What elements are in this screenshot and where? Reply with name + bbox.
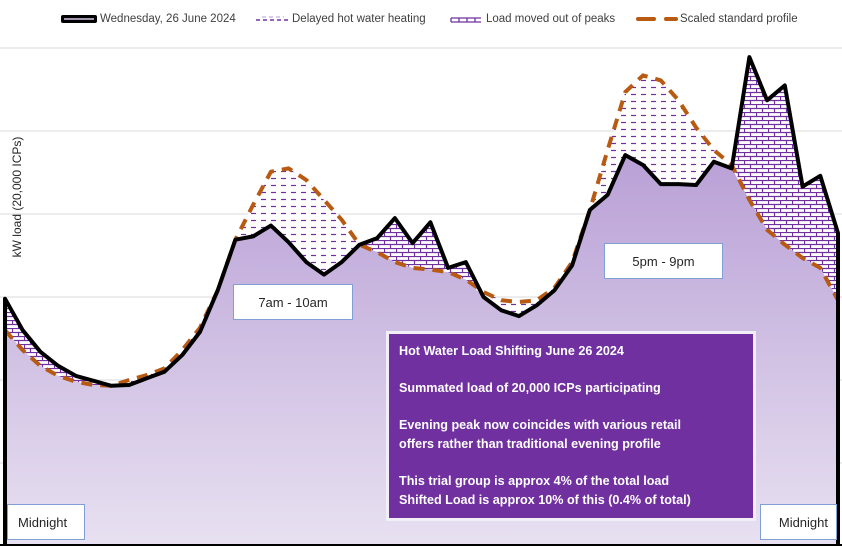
info-line-trial: This trial group is approx 4% of the tot…	[399, 474, 670, 488]
legend-item-profile[interactable]: Scaled standard profile	[634, 13, 798, 25]
legend-moved-swatch	[450, 17, 481, 23]
y-axis-label: kW load (20,000 ICPs)	[10, 136, 24, 258]
info-line-shifted: Shifted Load is approx 10% of this (0.4%…	[399, 493, 691, 507]
legend-profile-swatch	[636, 17, 678, 21]
legend: Wednesday, 26 June 2024 Delayed hot wate…	[0, 13, 842, 33]
midnight-start-label: Midnight	[7, 504, 85, 540]
legend-item-actual[interactable]: Wednesday, 26 June 2024	[60, 13, 236, 25]
info-line-icps: Summated load of 20,000 ICPs participati…	[399, 381, 661, 395]
legend-moved-label: Load moved out of peaks	[486, 13, 616, 25]
legend-actual-label: Wednesday, 26 June 2024	[100, 13, 236, 25]
legend-actual-swatch	[61, 15, 97, 23]
info-line-evening-1: Evening peak now coincides with various …	[399, 418, 682, 432]
info-box: Hot Water Load Shifting June 26 2024 Sum…	[386, 331, 756, 521]
legend-delayed-label: Delayed hot water heating	[292, 13, 426, 25]
legend-profile-label: Scaled standard profile	[680, 13, 798, 25]
legend-item-moved[interactable]: Load moved out of peaks	[448, 13, 615, 25]
legend-item-delayed[interactable]: Delayed hot water heating	[254, 13, 426, 25]
info-title: Hot Water Load Shifting June 26 2024	[399, 344, 624, 358]
legend-delayed-swatch	[256, 16, 288, 21]
morning-peak-label: 7am - 10am	[233, 284, 353, 320]
info-line-evening-2: offers rather than traditional evening p…	[399, 437, 661, 451]
midnight-end-label: Midnight	[760, 504, 837, 540]
evening-peak-label: 5pm - 9pm	[604, 243, 723, 279]
